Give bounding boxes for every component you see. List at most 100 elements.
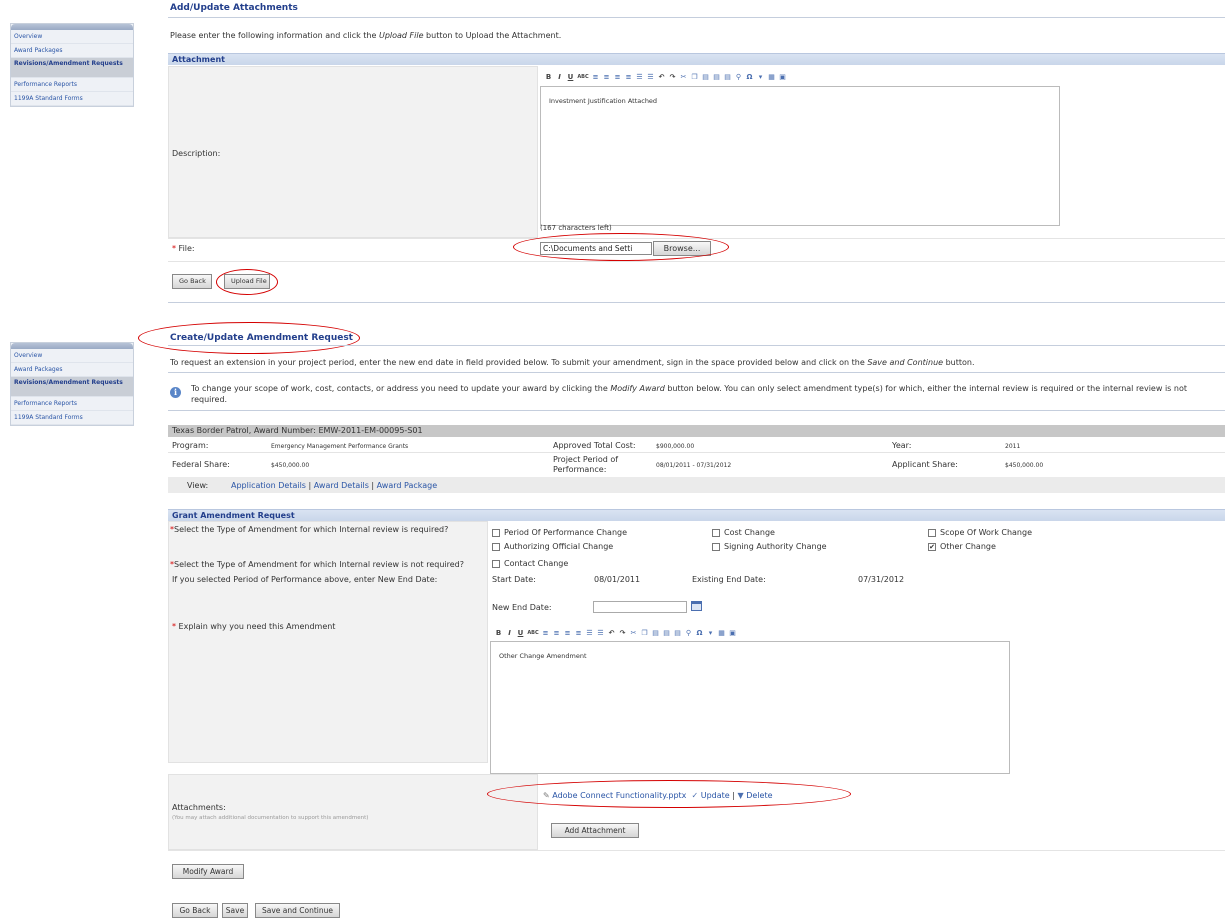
bold-icon[interactable]: B [494,629,503,638]
description-editor[interactable]: Investment Justification Attached [540,86,1060,226]
bold-icon[interactable]: B [544,73,553,82]
period-of-performance-checkbox[interactable] [492,529,500,537]
image-icon[interactable]: ▣ [728,629,737,638]
question-internal-review-required: *Select the Type of Amendment for which … [170,525,449,534]
sidebar-item-award-packages[interactable]: Award Packages [11,44,133,58]
divider [168,410,1225,411]
number-list-icon[interactable]: ☰ [646,73,655,82]
calendar-icon[interactable] [691,601,702,611]
sidebar-item-revisions[interactable]: Revisions/Amendment Requests [11,58,133,78]
sidebar-item-performance-reports[interactable]: Performance Reports [11,397,133,411]
underline-icon[interactable]: U [516,629,525,638]
align-left-icon[interactable]: ≡ [591,73,600,82]
cut-icon[interactable]: ✂ [629,629,638,638]
go-back-button[interactable]: Go Back [172,274,212,289]
align-right-icon[interactable]: ≡ [613,73,622,82]
paste-text-icon[interactable]: ▤ [662,629,671,638]
instruction-text: Please enter the following information a… [170,31,379,40]
contact-change-checkbox[interactable] [492,560,500,568]
save-button[interactable]: Save [222,903,248,918]
rich-text-toolbar[interactable]: BIU ABC ≡ ≡ ≡ ≡ ☰ ☰ ↶ ↷ ✂ ❐ ▤ ▤ ▤ ⚲ Ω ▾ ▦ ▣ [490,625,737,641]
modify-award-button[interactable]: Modify Award [172,864,244,879]
explain-editor[interactable]: Other Change Amendment [490,641,1010,774]
redo-icon[interactable]: ↷ [668,73,677,82]
redo-icon[interactable]: ↷ [618,629,627,638]
table-icon[interactable]: ▦ [767,73,776,82]
paste-word-icon[interactable]: ▤ [673,629,682,638]
question-text: Select the Type of Amendment for which I… [174,525,449,534]
bullet-list-icon[interactable]: ☰ [585,629,594,638]
color-icon[interactable]: ▾ [706,629,715,638]
copy-icon[interactable]: ❐ [640,629,649,638]
divider [168,372,1225,373]
rich-text-toolbar[interactable]: BIU ABC ≡ ≡ ≡ ≡ ☰ ☰ ↶ ↷ ✂ ❐ ▤ ▤ ▤ ⚲ Ω ▾ ▦ ▣ [540,69,787,85]
sidebar-nav-bottom: Overview Award Packages Revisions/Amendm… [10,342,134,426]
amendment-instruction: To request an extension in your project … [170,358,975,367]
number-list-icon[interactable]: ☰ [596,629,605,638]
sidebar-item-overview[interactable]: Overview [11,349,133,363]
info-text-end: button below. You can only select amendm… [664,384,1187,393]
cut-icon[interactable]: ✂ [679,73,688,82]
sidebar-item-award-packages[interactable]: Award Packages [11,363,133,377]
new-end-date-input[interactable] [593,601,687,613]
sidebar-item-overview[interactable]: Overview [11,30,133,44]
contact-change-label: Contact Change [504,559,569,568]
sidebar-item-1199a-forms[interactable]: 1199A Standard Forms [11,92,133,106]
year-label: Year: [892,441,912,450]
explain-text: Other Change Amendment [499,652,587,660]
attachments-label: Attachments: [172,803,226,812]
paste-text-icon[interactable]: ▤ [712,73,721,82]
find-icon[interactable]: ⚲ [684,629,693,638]
scope-of-work-label: Scope Of Work Change [940,528,1032,537]
special-char-icon[interactable]: Ω [695,629,704,638]
annotation-circle-title [138,322,360,354]
other-change-checkbox[interactable]: ✔ [928,543,936,551]
application-details-link[interactable]: Application Details [231,481,306,490]
chars-left-counter: (167 characters left) [540,224,612,232]
save-and-continue-button[interactable]: Save and Continue [255,903,340,918]
align-center-icon[interactable]: ≡ [602,73,611,82]
spellcheck-icon[interactable]: ABC [577,73,589,82]
sidebar-item-revisions[interactable]: Revisions/Amendment Requests [11,377,133,397]
copy-icon[interactable]: ❐ [690,73,699,82]
paste-icon[interactable]: ▤ [701,73,710,82]
add-attachment-button[interactable]: Add Attachment [551,823,639,838]
italic-icon[interactable]: I [505,629,514,638]
justify-icon[interactable]: ≡ [574,629,583,638]
undo-icon[interactable]: ↶ [607,629,616,638]
special-char-icon[interactable]: Ω [745,73,754,82]
undo-icon[interactable]: ↶ [657,73,666,82]
award-details-link[interactable]: Award Details [314,481,369,490]
bullet-list-icon[interactable]: ☰ [635,73,644,82]
image-icon[interactable]: ▣ [778,73,787,82]
sidebar-item-1199a-forms[interactable]: 1199A Standard Forms [11,411,133,425]
align-center-icon[interactable]: ≡ [552,629,561,638]
justify-icon[interactable]: ≡ [624,73,633,82]
instruction-text-end: button to Upload the Attachment. [423,31,562,40]
paste-icon[interactable]: ▤ [651,629,660,638]
align-left-icon[interactable]: ≡ [541,629,550,638]
align-right-icon[interactable]: ≡ [563,629,572,638]
underline-icon[interactable]: U [566,73,575,82]
authorizing-official-checkbox[interactable] [492,543,500,551]
spellcheck-icon[interactable]: ABC [527,629,539,638]
go-back-button[interactable]: Go Back [172,903,218,918]
paste-word-icon[interactable]: ▤ [723,73,732,82]
info-emphasis: Modify Award [610,384,665,393]
period-value: 08/01/2011 - 07/31/2012 [656,462,732,469]
scope-of-work-checkbox[interactable] [928,529,936,537]
approved-cost-value: $900,000.00 [656,443,695,450]
description-text: Investment Justification Attached [549,97,658,105]
period-of-performance-label: Period Of Performance Change [504,528,628,537]
annotation-circle-attachment [487,780,851,808]
italic-icon[interactable]: I [555,73,564,82]
row-divider [168,261,1225,262]
approved-cost-label: Approved Total Cost: [553,441,636,450]
table-icon[interactable]: ▦ [717,629,726,638]
cost-change-checkbox[interactable] [712,529,720,537]
award-package-link[interactable]: Award Package [377,481,438,490]
signing-authority-checkbox[interactable] [712,543,720,551]
sidebar-item-performance-reports[interactable]: Performance Reports [11,78,133,92]
color-icon[interactable]: ▾ [756,73,765,82]
find-icon[interactable]: ⚲ [734,73,743,82]
